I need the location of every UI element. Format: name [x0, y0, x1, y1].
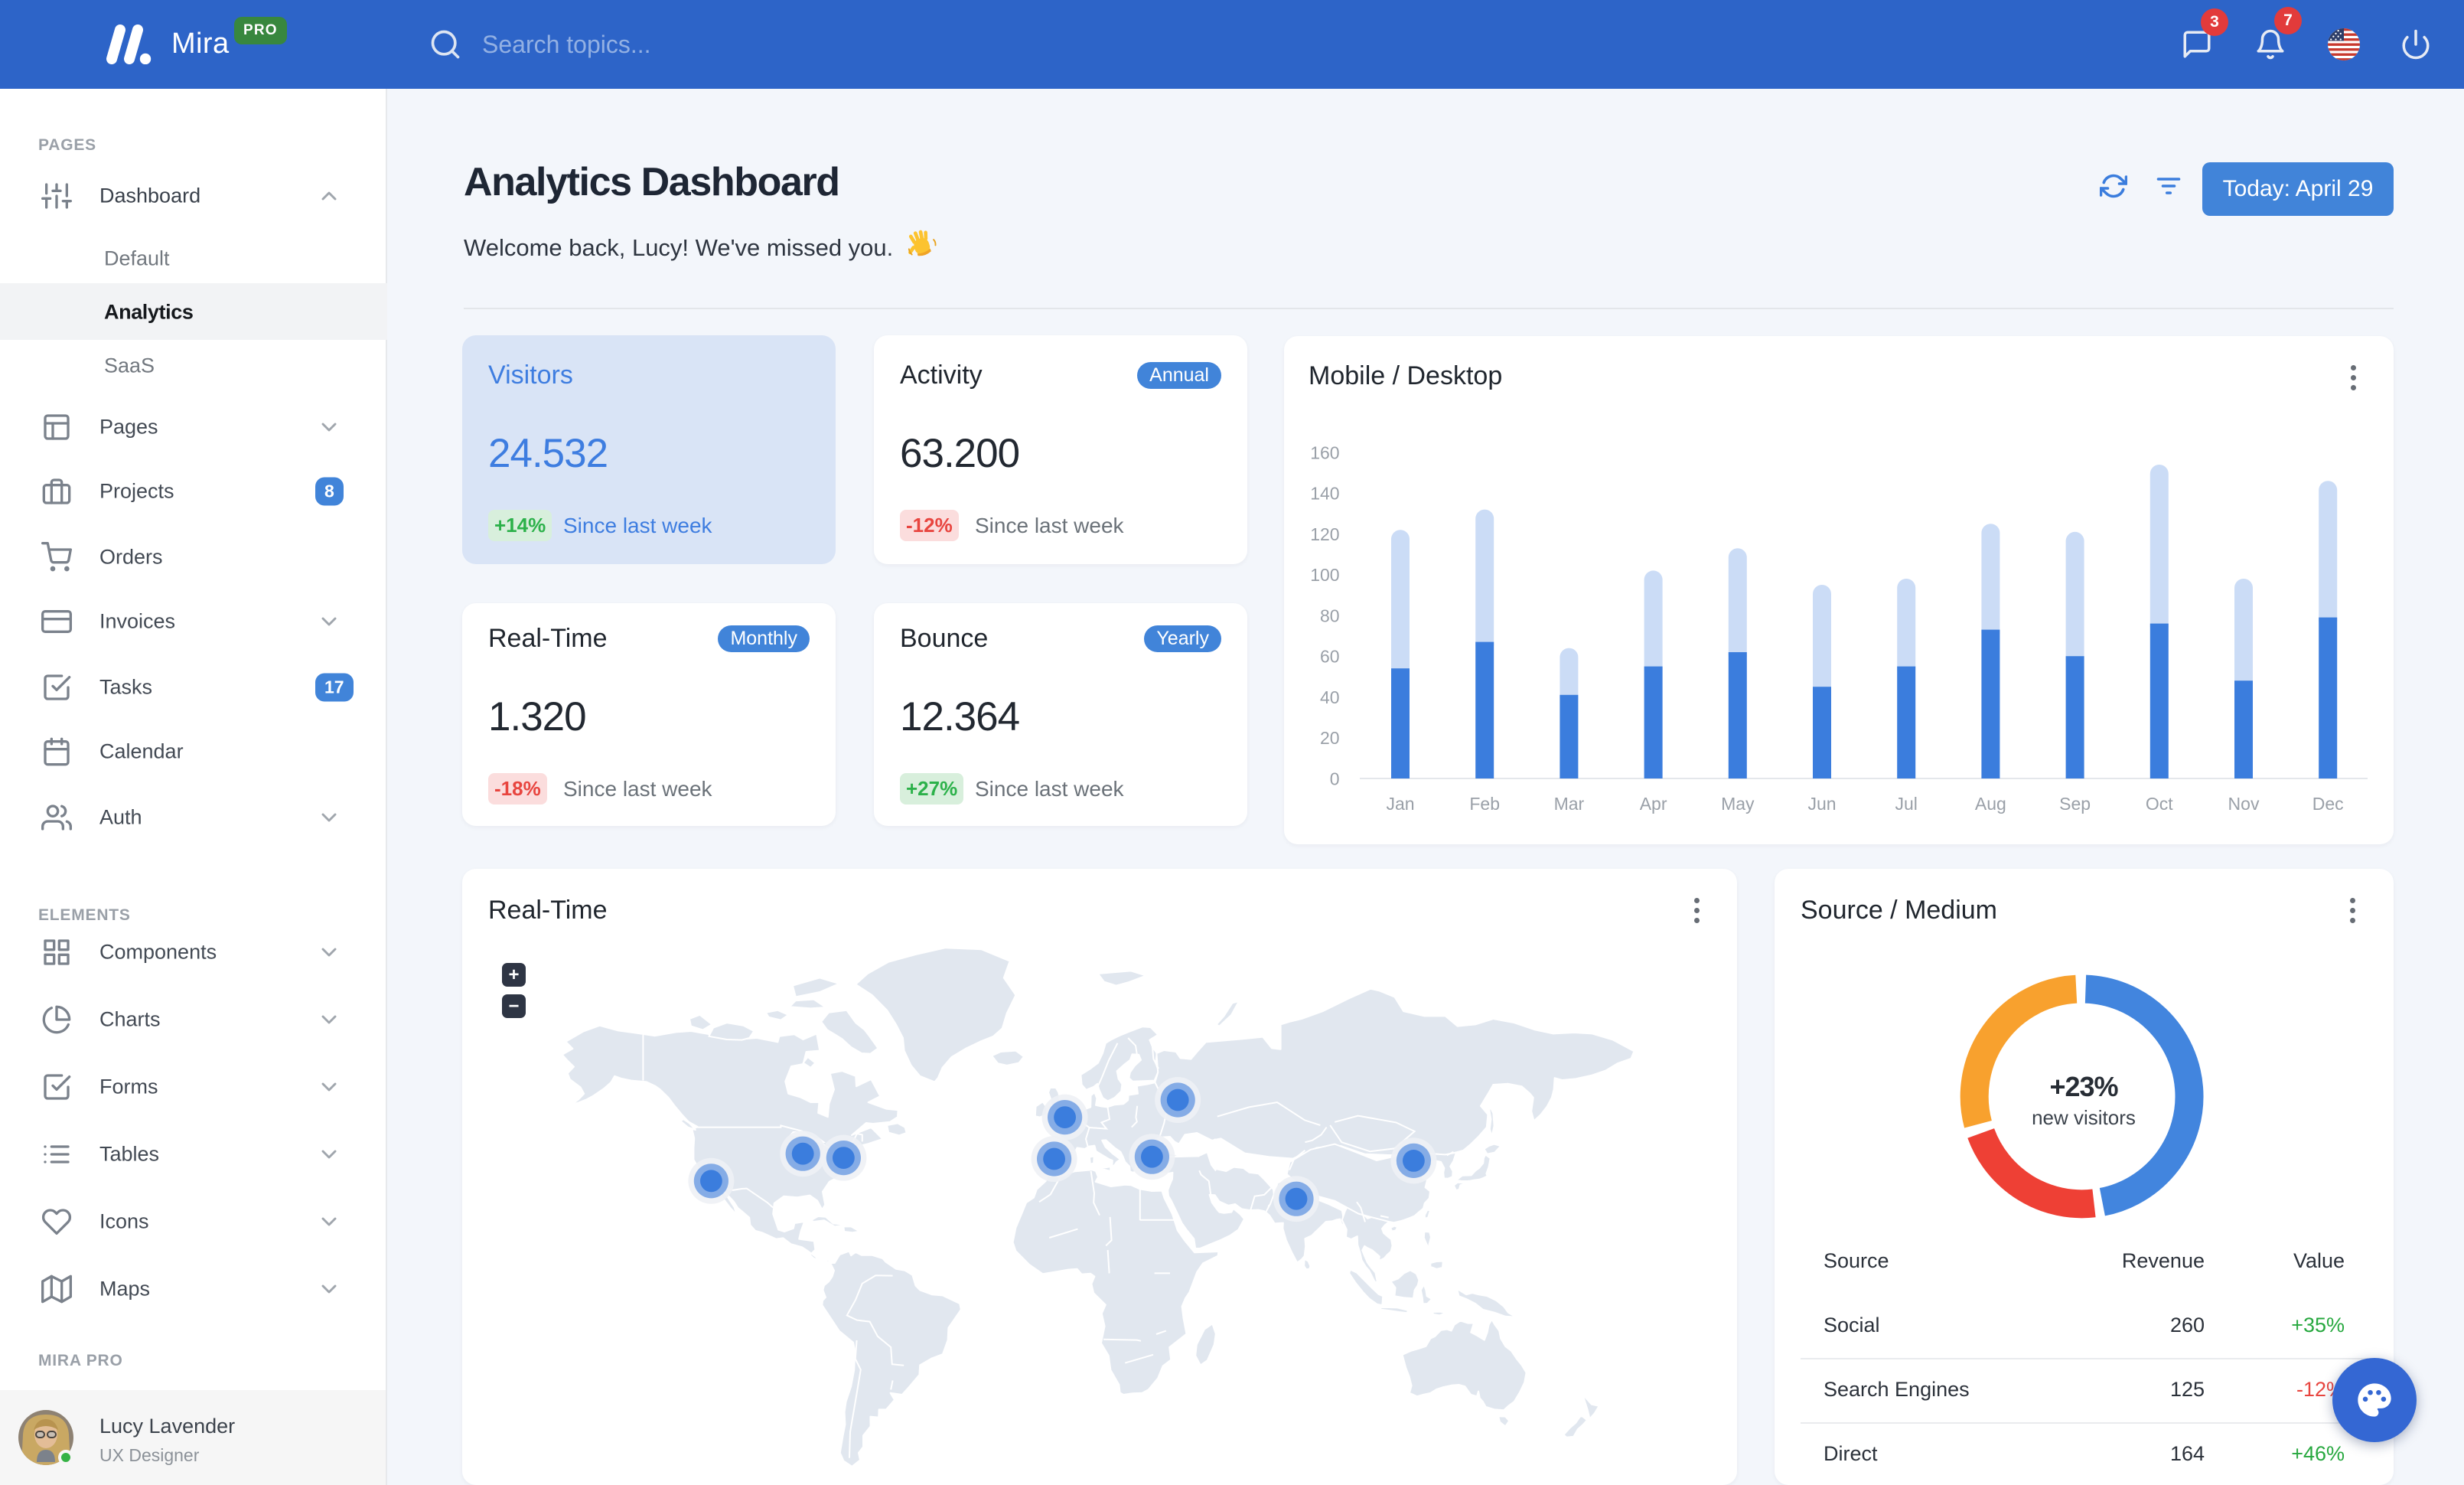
svg-text:Jan: Jan	[1386, 794, 1414, 814]
svg-text:Aug: Aug	[1975, 794, 2006, 814]
svg-text:Nov: Nov	[2228, 794, 2260, 814]
svg-text:0: 0	[1330, 769, 1340, 788]
svg-text:Apr: Apr	[1640, 794, 1667, 814]
svg-text:Jul: Jul	[1895, 794, 1917, 814]
svg-text:Oct: Oct	[2146, 794, 2173, 814]
svg-text:Jun: Jun	[1807, 794, 1836, 814]
svg-text:Dec: Dec	[2312, 794, 2344, 814]
svg-text:120: 120	[1310, 524, 1339, 544]
svg-text:100: 100	[1310, 565, 1339, 585]
svg-text:Sep: Sep	[2059, 794, 2091, 814]
svg-text:Mar: Mar	[1554, 794, 1585, 814]
svg-text:Feb: Feb	[1469, 794, 1500, 814]
svg-text:140: 140	[1310, 484, 1339, 504]
svg-text:80: 80	[1320, 605, 1340, 625]
svg-text:40: 40	[1320, 687, 1340, 707]
svg-text:60: 60	[1320, 647, 1340, 667]
svg-text:20: 20	[1320, 728, 1340, 748]
svg-text:May: May	[1721, 794, 1755, 814]
svg-text:160: 160	[1310, 442, 1339, 462]
